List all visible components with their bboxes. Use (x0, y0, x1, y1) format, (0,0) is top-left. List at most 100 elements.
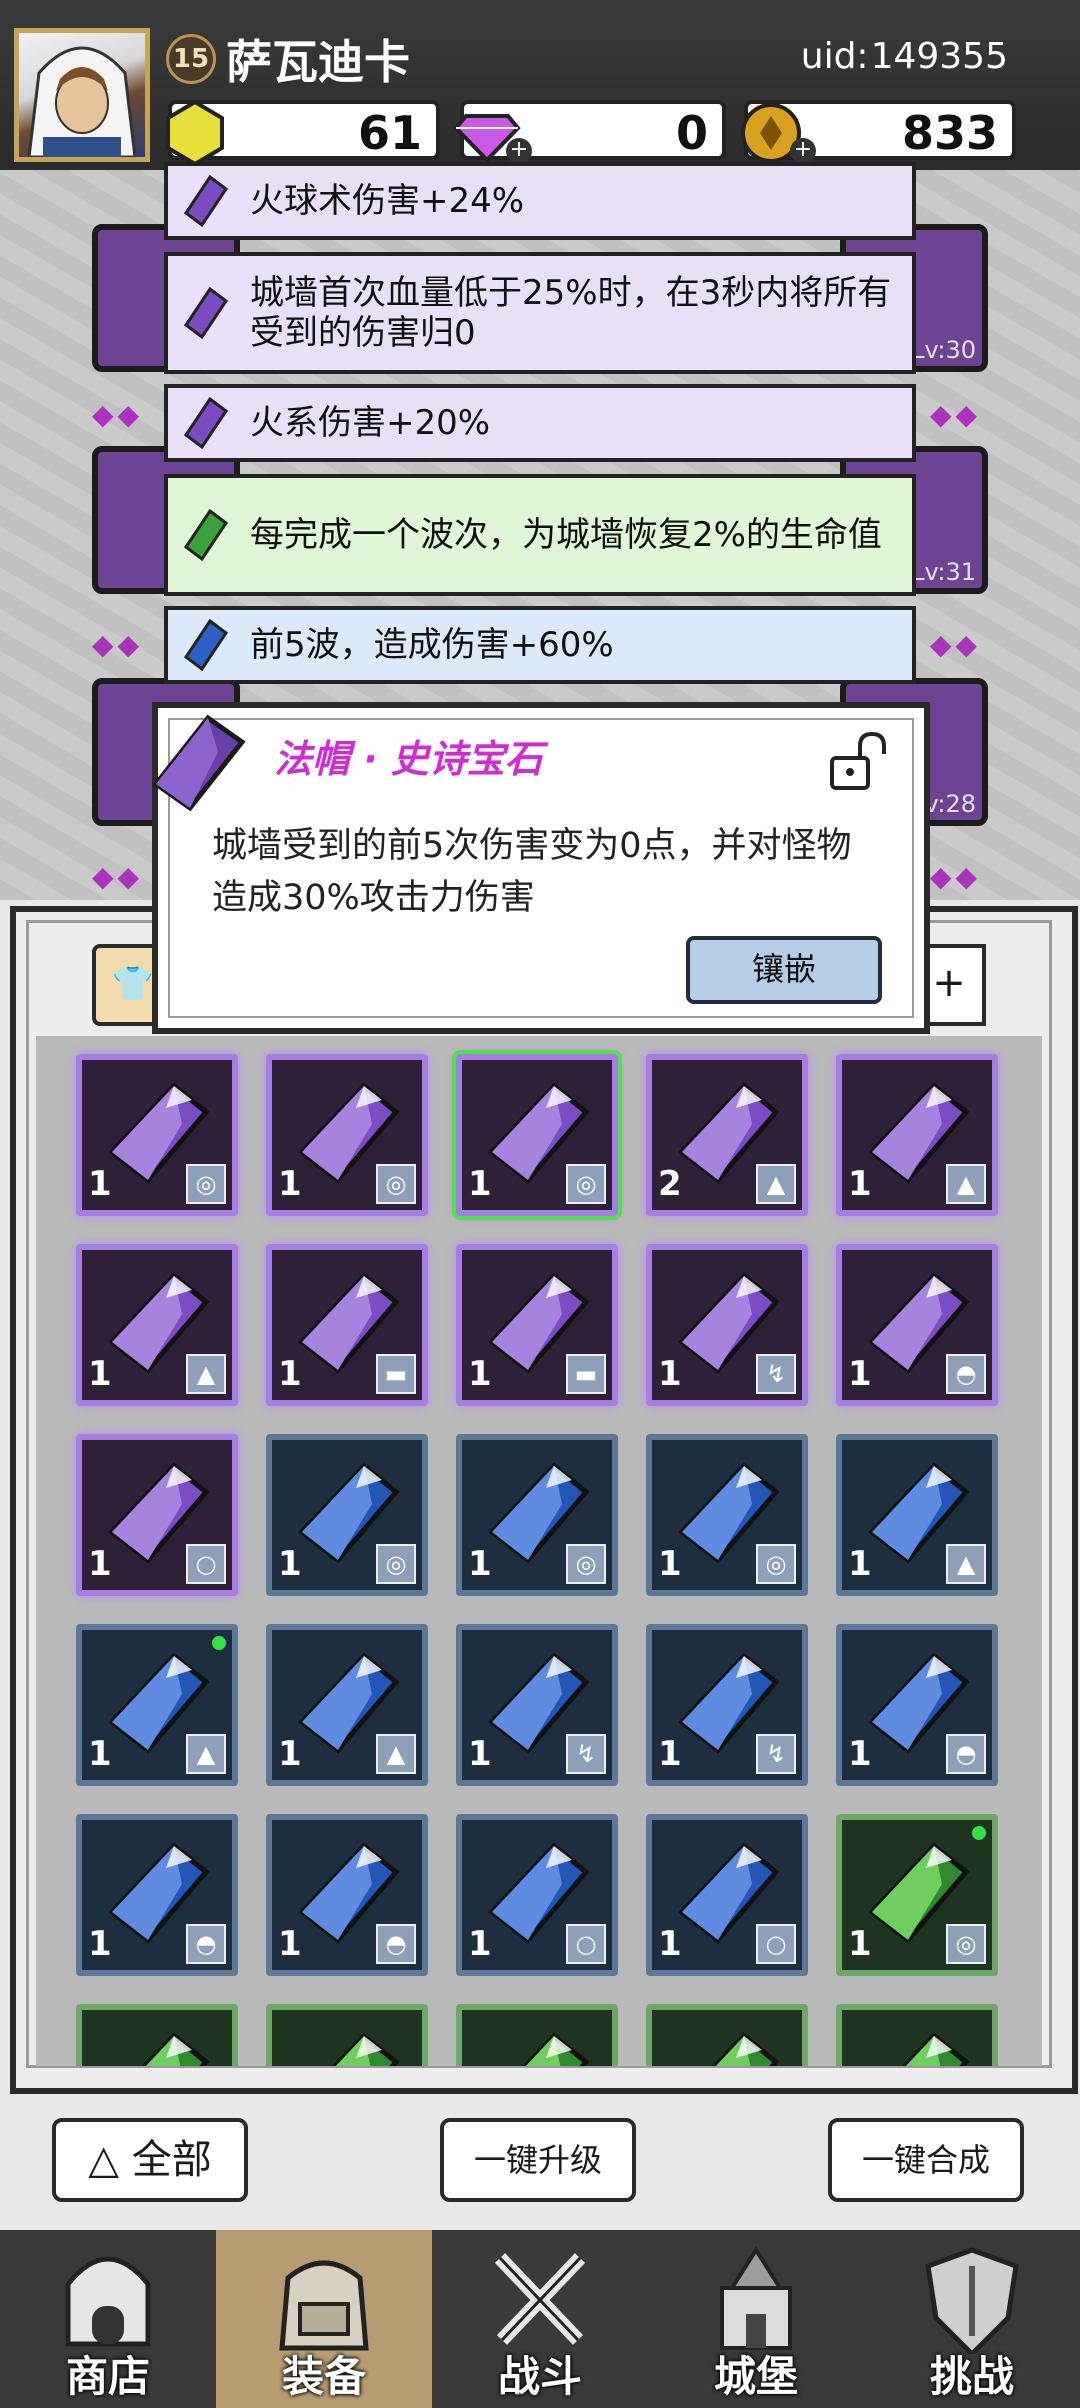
gem-slot[interactable] (646, 2004, 808, 2066)
skill-entry: 前5波，造成伤害+60% (164, 606, 916, 684)
gem-detail-title: 法帽 · 史诗宝石 (274, 737, 543, 781)
gem-quantity: 1 (468, 1924, 492, 1964)
gem-quantity: 1 (848, 1544, 872, 1584)
gem-slot[interactable]: 1 ▲ (76, 1244, 238, 1406)
gem-quantity: 1 (278, 1734, 302, 1774)
gem-slot[interactable]: 1 ◎ (76, 1054, 238, 1216)
gem-slot[interactable]: 1 ↯ (646, 1244, 808, 1406)
uid-label: uid: (800, 36, 869, 77)
uncommon-gem-icon (142, 2032, 210, 2066)
gem-quantity: 1 (278, 1354, 302, 1394)
ring-slot-icon: ○ (756, 1924, 796, 1964)
gem-quantity: 1 (658, 1734, 682, 1774)
armor-slot-icon: ▲ (376, 1734, 416, 1774)
castle-icon (720, 2246, 792, 2350)
gem-slot[interactable]: 1 ◎ (836, 1814, 998, 1976)
gem-quantity: 1 (278, 1164, 302, 1204)
purple-gem-icon (184, 287, 228, 339)
nav-item[interactable]: 挑战 (864, 2230, 1080, 2408)
gold-crystal-value: 61 (357, 106, 422, 160)
skill-text: 火球术伤害+24% (250, 181, 525, 221)
gem-quantity: 1 (278, 1924, 302, 1964)
gem-slot[interactable]: 1 ◎ (646, 1434, 808, 1596)
gem-slot[interactable] (266, 2004, 428, 2066)
gem-slot[interactable]: 1 ◎ (456, 1434, 618, 1596)
upgrade-all-button[interactable]: 一键升级 (440, 2118, 636, 2202)
nav-item[interactable]: 城堡 (648, 2230, 864, 2408)
new-indicator-dot (212, 1636, 226, 1650)
nav-label: 商店 (65, 2352, 150, 2401)
cape-slot-icon: ◎ (186, 1164, 226, 1204)
unlock-icon[interactable] (826, 730, 890, 794)
boots-slot-icon: ▬ (566, 1354, 606, 1394)
purple-diamond-counter[interactable]: + 0 (453, 100, 726, 164)
gem-slot[interactable]: 1 ▲ (76, 1624, 238, 1786)
hat-slot-icon: ◓ (186, 1924, 226, 1964)
nav-item[interactable]: 战斗 (432, 2230, 648, 2408)
gem-slot[interactable]: 1 ◓ (76, 1814, 238, 1976)
skill-text: 每完成一个波次，为城墙恢复2%的生命值 (250, 515, 882, 555)
nav-label: 战斗 (497, 2352, 582, 2401)
hat-slot-icon: ◓ (946, 1354, 986, 1394)
gem-slot[interactable]: 1 ◎ (266, 1434, 428, 1596)
gem-slot[interactable]: 1 ○ (646, 1814, 808, 1976)
uncommon-gem-icon (902, 2032, 970, 2066)
gem-slot[interactable]: 1 ▲ (836, 1434, 998, 1596)
purple-diamond-value: 0 (675, 106, 708, 160)
gem-slot[interactable]: 1 ○ (76, 1434, 238, 1596)
backpack-icon (279, 2260, 369, 2351)
gem-slot[interactable]: 1 ▬ (266, 1244, 428, 1406)
shield-icon (925, 2247, 1019, 2354)
purple-gem-icon (184, 397, 228, 449)
gem-slot[interactable]: 1 ◓ (836, 1244, 998, 1406)
gem-slot[interactable] (76, 2004, 238, 2066)
filter-all-label: 全部 (131, 2137, 212, 2183)
filter-all-button[interactable]: △ 全部 (52, 2118, 248, 2202)
shirt-icon: 👕 (111, 964, 155, 1004)
add-coin-icon[interactable]: + (790, 138, 816, 164)
gem-slot[interactable]: 1 ◓ (836, 1624, 998, 1786)
cape-slot-icon: ◎ (756, 1544, 796, 1584)
gem-quantity: 1 (848, 1164, 872, 1204)
gem-quantity: 1 (278, 1544, 302, 1584)
combine-all-button[interactable]: 一键合成 (828, 2118, 1024, 2202)
gem-slot[interactable]: 1 ○ (456, 1814, 618, 1976)
gem-slot[interactable]: 1 ↯ (456, 1624, 618, 1786)
new-indicator-dot (972, 1826, 986, 1840)
purple-gem-icon (184, 175, 228, 227)
weapon-slot-icon: ↯ (566, 1734, 606, 1774)
gem-slot[interactable]: 1 ◓ (266, 1814, 428, 1976)
gem-slot[interactable]: 1 ▲ (266, 1624, 428, 1786)
gem-slot[interactable]: 2 ▲ (646, 1054, 808, 1216)
gem-slot[interactable]: 1 ▬ (456, 1244, 618, 1406)
nav-item[interactable]: 装备 (216, 2230, 432, 2408)
triangle-up-icon: △ (88, 2137, 132, 2183)
gem-slot[interactable]: 1 ↯ (646, 1624, 808, 1786)
gem-slot[interactable] (836, 2004, 998, 2066)
hat-slot-icon: ◓ (946, 1734, 986, 1774)
nav-label: 城堡 (713, 2352, 798, 2401)
cape-slot-icon: ◎ (376, 1544, 416, 1584)
inlay-button[interactable]: 镶嵌 (686, 936, 882, 1004)
nav-label: 装备 (281, 2352, 366, 2401)
gem-slot[interactable]: 1 ◎ (266, 1054, 428, 1216)
armor-slot-icon: ▲ (186, 1734, 226, 1774)
nav-item[interactable]: 商店 (0, 2230, 216, 2408)
gem-slot[interactable]: 1 ◎ (452, 1050, 622, 1220)
gem-quantity: 1 (848, 1924, 872, 1964)
gold-crystal-icon (166, 99, 224, 167)
uid-display: uid:149355 (799, 36, 1008, 77)
gem-slot[interactable] (456, 2004, 618, 2066)
cape-slot-icon: ◎ (946, 1924, 986, 1964)
gold-crystal-counter: 61 (166, 99, 440, 167)
gem-quantity: 1 (658, 1544, 682, 1584)
skill-text: 城墙首次血量低于25%时，在3秒内将所有受到的伤害归0 (250, 273, 892, 353)
ring-slot-icon: ○ (566, 1924, 606, 1964)
player-avatar[interactable] (14, 28, 150, 162)
add-diamond-icon[interactable]: + (506, 138, 532, 164)
crossed-swords-icon (494, 2253, 586, 2345)
gold-coin-counter[interactable]: + 833 (741, 100, 1016, 164)
gem-slot[interactable]: 1 ▲ (836, 1054, 998, 1216)
skill-entry: 火球术伤害+24% (164, 162, 916, 240)
gem-quantity: 1 (88, 1164, 112, 1204)
